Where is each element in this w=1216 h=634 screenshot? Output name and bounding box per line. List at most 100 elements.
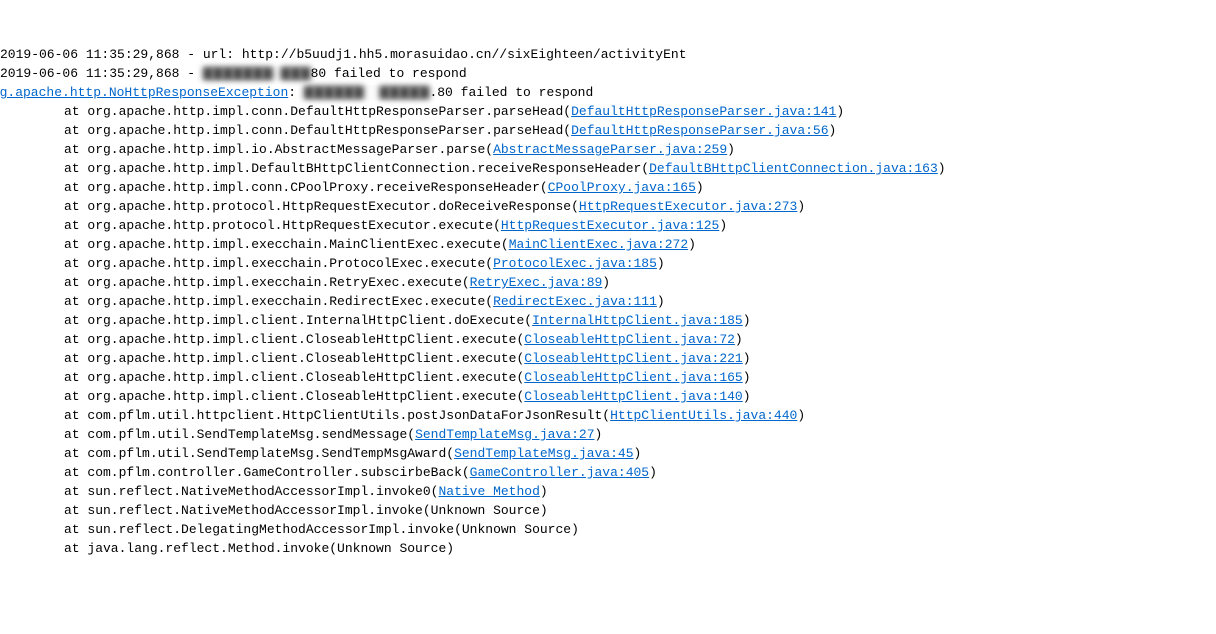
stack-frame-text: at sun.reflect.NativeMethodAccessorImpl.… — [64, 503, 548, 518]
stack-frame: at sun.reflect.DelegatingMethodAccessorI… — [0, 520, 1216, 539]
close-paren: ) — [649, 465, 657, 480]
stack-frame: at java.lang.reflect.Method.invoke(Unkno… — [0, 539, 1216, 558]
close-paren: ) — [829, 123, 837, 138]
close-paren: ) — [634, 446, 642, 461]
stack-frame-text: at org.apache.http.impl.execchain.RetryE… — [64, 275, 470, 290]
stack-frame-text: at com.pflm.util.SendTemplateMsg.sendMes… — [64, 427, 415, 442]
stack-frame: at org.apache.http.impl.client.Closeable… — [0, 349, 1216, 368]
stack-frame: at com.pflm.controller.GameController.su… — [0, 463, 1216, 482]
close-paren: ) — [743, 370, 751, 385]
close-paren: ) — [743, 389, 751, 404]
stack-frame-text: at org.apache.http.protocol.HttpRequestE… — [64, 199, 579, 214]
exception-line: org.apache.http.NoHttpResponseException:… — [0, 83, 1216, 102]
stack-frame-text: at org.apache.http.impl.DefaultBHttpClie… — [64, 161, 649, 176]
stack-frame-text: at sun.reflect.NativeMethodAccessorImpl.… — [64, 484, 438, 499]
stack-frame: at org.apache.http.impl.client.Closeable… — [0, 330, 1216, 349]
source-link[interactable]: HttpRequestExecutor.java:125 — [501, 218, 719, 233]
source-link[interactable]: AbstractMessageParser.java:259 — [493, 142, 727, 157]
close-paren: ) — [657, 294, 665, 309]
stack-frame: at com.pflm.util.SendTemplateMsg.sendMes… — [0, 425, 1216, 444]
source-link[interactable]: InternalHttpClient.java:185 — [532, 313, 743, 328]
source-link[interactable]: ProtocolExec.java:185 — [493, 256, 657, 271]
stack-frame-text: at org.apache.http.impl.client.Closeable… — [64, 351, 524, 366]
source-link[interactable]: MainClientExec.java:272 — [509, 237, 688, 252]
log-timestamp: 2019-06-06 11:35:29,868 - — [0, 66, 203, 81]
close-paren: ) — [727, 142, 735, 157]
stack-frame: at org.apache.http.impl.execchain.MainCl… — [0, 235, 1216, 254]
stack-frame-text: at com.pflm.util.SendTemplateMsg.SendTem… — [64, 446, 454, 461]
stack-frame: at org.apache.http.impl.execchain.Redire… — [0, 292, 1216, 311]
stack-frame-text: at com.pflm.controller.GameController.su… — [64, 465, 470, 480]
source-link[interactable]: CloseableHttpClient.java:140 — [524, 389, 742, 404]
stack-frame-text: at org.apache.http.impl.execchain.MainCl… — [64, 237, 509, 252]
stack-frame: at org.apache.http.impl.DefaultBHttpClie… — [0, 159, 1216, 178]
close-paren: ) — [657, 256, 665, 271]
source-link[interactable]: CloseableHttpClient.java:72 — [524, 332, 735, 347]
stack-frame: at sun.reflect.NativeMethodAccessorImpl.… — [0, 501, 1216, 520]
source-link[interactable]: SendTemplateMsg.java:27 — [415, 427, 594, 442]
source-link[interactable]: CPoolProxy.java:165 — [548, 180, 696, 195]
stack-frame: at org.apache.http.impl.execchain.Protoc… — [0, 254, 1216, 273]
source-link[interactable]: RedirectExec.java:111 — [493, 294, 657, 309]
log-output: 2019-06-06 11:35:29,868 - url: http://b5… — [0, 45, 1216, 558]
stack-frame-text: at org.apache.http.impl.client.Closeable… — [64, 389, 524, 404]
source-link[interactable]: GameController.java:405 — [470, 465, 649, 480]
source-link[interactable]: DefaultHttpResponseParser.java:141 — [571, 104, 836, 119]
source-link[interactable]: CloseableHttpClient.java:221 — [524, 351, 742, 366]
stack-frame: at org.apache.http.impl.client.InternalH… — [0, 311, 1216, 330]
stack-frame-text: at org.apache.http.impl.execchain.Redire… — [64, 294, 493, 309]
stack-frame: at org.apache.http.impl.io.AbstractMessa… — [0, 140, 1216, 159]
stack-frame-text: at org.apache.http.impl.client.Closeable… — [64, 370, 524, 385]
source-link[interactable]: CloseableHttpClient.java:165 — [524, 370, 742, 385]
redacted-text: ▇▇▇▇▇▇▇ ▇▇▇ — [203, 66, 311, 81]
close-paren: ) — [719, 218, 727, 233]
stack-frame-text: at org.apache.http.impl.client.Closeable… — [64, 332, 524, 347]
source-link[interactable]: HttpRequestExecutor.java:273 — [579, 199, 797, 214]
log-line: 2019-06-06 11:35:29,868 - url: http://b5… — [0, 45, 1216, 64]
source-link[interactable]: HttpClientUtils.java:440 — [610, 408, 797, 423]
stack-frame: at org.apache.http.impl.conn.DefaultHttp… — [0, 102, 1216, 121]
log-line: 2019-06-06 11:35:29,868 - ▇▇▇▇▇▇▇ ▇▇▇80 … — [0, 64, 1216, 83]
exception-class-link[interactable]: org.apache.http.NoHttpResponseException — [0, 85, 288, 100]
source-link[interactable]: RetryExec.java:89 — [470, 275, 603, 290]
stack-frame: at org.apache.http.impl.client.Closeable… — [0, 387, 1216, 406]
close-paren: ) — [595, 427, 603, 442]
stack-frame: at org.apache.http.impl.execchain.RetryE… — [0, 273, 1216, 292]
close-paren: ) — [602, 275, 610, 290]
stack-frame: at com.pflm.util.SendTemplateMsg.SendTem… — [0, 444, 1216, 463]
stack-frame-text: at sun.reflect.DelegatingMethodAccessorI… — [64, 522, 579, 537]
stack-frame-text: at org.apache.http.impl.conn.DefaultHttp… — [64, 104, 571, 119]
close-paren: ) — [938, 161, 946, 176]
close-paren: ) — [743, 351, 751, 366]
stack-frame: at org.apache.http.protocol.HttpRequestE… — [0, 197, 1216, 216]
close-paren: ) — [836, 104, 844, 119]
stack-frame-text: at org.apache.http.impl.client.InternalH… — [64, 313, 532, 328]
stack-frame-text: at org.apache.http.impl.conn.CPoolProxy.… — [64, 180, 548, 195]
stack-frame: at org.apache.http.impl.conn.DefaultHttp… — [0, 121, 1216, 140]
source-link[interactable]: DefaultHttpResponseParser.java:56 — [571, 123, 828, 138]
stack-frame: at com.pflm.util.httpclient.HttpClientUt… — [0, 406, 1216, 425]
source-link[interactable]: DefaultBHttpClientConnection.java:163 — [649, 161, 938, 176]
stack-frame-text: at org.apache.http.impl.conn.DefaultHttp… — [64, 123, 571, 138]
stack-frame-text: at org.apache.http.protocol.HttpRequestE… — [64, 218, 501, 233]
colon: : — [288, 85, 304, 100]
stack-frame: at org.apache.http.impl.client.Closeable… — [0, 368, 1216, 387]
source-link[interactable]: SendTemplateMsg.java:45 — [454, 446, 633, 461]
close-paren: ) — [735, 332, 743, 347]
close-paren: ) — [540, 484, 548, 499]
log-message: 80 failed to respond — [311, 66, 467, 81]
close-paren: ) — [696, 180, 704, 195]
source-link[interactable]: Native Method — [438, 484, 539, 499]
stack-frame-text: at org.apache.http.impl.io.AbstractMessa… — [64, 142, 493, 157]
stack-frame-text: at org.apache.http.impl.execchain.Protoc… — [64, 256, 493, 271]
stack-frame: at org.apache.http.protocol.HttpRequestE… — [0, 216, 1216, 235]
close-paren: ) — [797, 408, 805, 423]
stack-frame-text: at java.lang.reflect.Method.invoke(Unkno… — [64, 541, 454, 556]
redacted-text: ▇▇▇▇▇▇ ▇▇▇▇▇ — [304, 85, 430, 100]
log-message: .80 failed to respond — [429, 85, 593, 100]
stack-frame-text: at com.pflm.util.httpclient.HttpClientUt… — [64, 408, 610, 423]
close-paren: ) — [688, 237, 696, 252]
stack-frame: at org.apache.http.impl.conn.CPoolProxy.… — [0, 178, 1216, 197]
close-paren: ) — [743, 313, 751, 328]
stack-frame: at sun.reflect.NativeMethodAccessorImpl.… — [0, 482, 1216, 501]
